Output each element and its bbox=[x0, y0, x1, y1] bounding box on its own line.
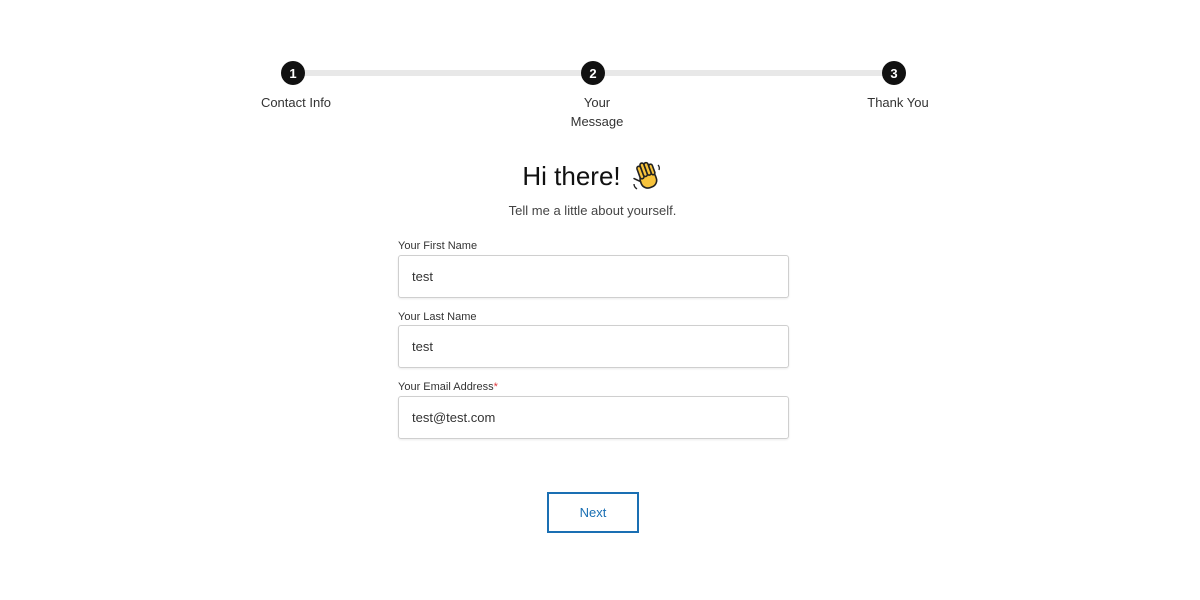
step-3-label: Thank You bbox=[867, 95, 929, 110]
waving-hand-icon bbox=[632, 161, 660, 190]
step-2-label-line1: Your bbox=[583, 95, 611, 110]
step-2-label-line2: Message bbox=[570, 114, 624, 129]
step-1-circle: 1 bbox=[281, 61, 305, 85]
step-1-number: 1 bbox=[289, 65, 297, 81]
page-title: Hi there! bbox=[400, 160, 785, 192]
page-title-text: Hi there! bbox=[522, 160, 621, 191]
email-label: Your Email Address* bbox=[398, 381, 498, 393]
required-asterisk: * bbox=[493, 381, 498, 393]
email-label-text: Your Email Address bbox=[398, 381, 494, 393]
page: 1 2 3 Contact Info Your Message Thank Yo… bbox=[0, 0, 1200, 600]
step-1-label: Contact Info bbox=[260, 95, 332, 110]
step-3-number: 3 bbox=[890, 65, 898, 81]
next-button[interactable]: Next bbox=[547, 492, 639, 533]
step-2-label: Your Message bbox=[552, 93, 642, 131]
step-3-circle: 3 bbox=[882, 61, 906, 85]
first-name-input[interactable] bbox=[398, 255, 789, 298]
page-subtitle: Tell me a little about yourself. bbox=[508, 203, 677, 218]
first-name-label: Your First Name bbox=[398, 240, 478, 252]
step-2-number: 2 bbox=[589, 65, 597, 81]
email-input[interactable] bbox=[398, 396, 789, 439]
last-name-label: Your Last Name bbox=[398, 311, 477, 323]
step-2-circle: 2 bbox=[581, 61, 605, 85]
last-name-input[interactable] bbox=[398, 325, 789, 368]
